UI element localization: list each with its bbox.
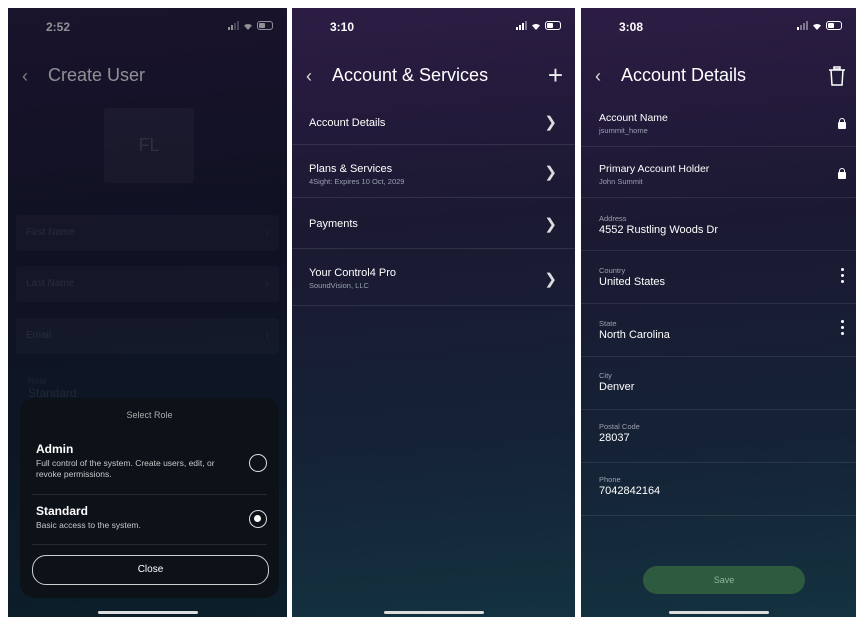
list-item-plans-services[interactable]: Plans & Services 4Sight: Expires 10 Oct,… bbox=[292, 145, 575, 198]
battery-icon bbox=[826, 21, 842, 30]
home-indicator[interactable] bbox=[97, 611, 198, 614]
city-field[interactable]: City Denver bbox=[581, 357, 856, 410]
address-field[interactable]: Address 4552 Rustling Woods Dr bbox=[581, 198, 856, 251]
standard-radio[interactable] bbox=[249, 510, 267, 528]
status-bar: 3:08 bbox=[581, 20, 856, 36]
chevron-right-icon: ❯ bbox=[544, 271, 557, 288]
save-button[interactable]: Save bbox=[643, 566, 805, 594]
page-title: Account Details bbox=[621, 65, 747, 85]
lock-icon bbox=[838, 118, 846, 129]
role-option-admin[interactable]: Admin Full control of the system. Create… bbox=[36, 442, 267, 480]
account-name-row: Account Name jsummit_home bbox=[581, 100, 856, 147]
divider bbox=[32, 494, 267, 495]
more-options-icon[interactable] bbox=[841, 320, 844, 338]
add-icon[interactable]: + bbox=[548, 60, 563, 91]
list-item-payments[interactable]: Payments ❯ bbox=[292, 198, 575, 249]
list-item-account-details[interactable]: Account Details ❯ bbox=[292, 100, 575, 145]
role-option-standard[interactable]: Standard Basic access to the system. bbox=[36, 504, 267, 531]
close-button[interactable]: Close bbox=[32, 555, 269, 585]
status-time: 3:10 bbox=[330, 20, 355, 34]
signal-icon bbox=[516, 21, 527, 30]
chevron-right-icon: ❯ bbox=[544, 216, 557, 233]
signal-icon bbox=[797, 21, 808, 30]
account-details-screen: 3:08 ‹ Account Details Account Name jsum… bbox=[581, 8, 856, 617]
lock-icon bbox=[838, 168, 846, 179]
state-field[interactable]: State North Carolina bbox=[581, 304, 856, 357]
back-icon[interactable]: ‹ bbox=[306, 66, 312, 87]
divider bbox=[32, 544, 267, 545]
postal-code-field[interactable]: Postal Code 28037 bbox=[581, 410, 856, 463]
admin-radio[interactable] bbox=[249, 454, 267, 472]
status-bar: 3:10 bbox=[292, 20, 575, 36]
chevron-right-icon: ❯ bbox=[544, 164, 557, 181]
back-icon[interactable]: ‹ bbox=[595, 66, 601, 87]
wifi-icon bbox=[532, 23, 540, 30]
battery-icon bbox=[545, 21, 561, 30]
home-indicator[interactable] bbox=[383, 611, 484, 614]
create-user-screen: 2:52 ‹ Create User FL First Name › Last N… bbox=[8, 8, 287, 617]
chevron-right-icon: ❯ bbox=[544, 114, 557, 131]
select-role-sheet: Select Role Admin Full control of the sy… bbox=[20, 398, 279, 598]
country-field[interactable]: Country United States bbox=[581, 251, 856, 304]
sheet-title: Select Role bbox=[126, 410, 173, 420]
phone-field[interactable]: Phone 7042842164 bbox=[581, 463, 856, 516]
wifi-icon bbox=[813, 23, 821, 30]
trash-icon[interactable] bbox=[828, 66, 846, 86]
list-item-control4-pro[interactable]: Your Control4 Pro SoundVision, LLC ❯ bbox=[292, 249, 575, 306]
primary-account-holder-row: Primary Account Holder John Summit bbox=[581, 147, 856, 198]
more-options-icon[interactable] bbox=[841, 268, 844, 286]
home-indicator[interactable] bbox=[668, 611, 769, 614]
account-services-screen: 3:10 ‹ Account & Services + Account Deta… bbox=[292, 8, 575, 617]
status-time: 3:08 bbox=[619, 20, 644, 34]
page-title: Account & Services bbox=[332, 65, 489, 85]
